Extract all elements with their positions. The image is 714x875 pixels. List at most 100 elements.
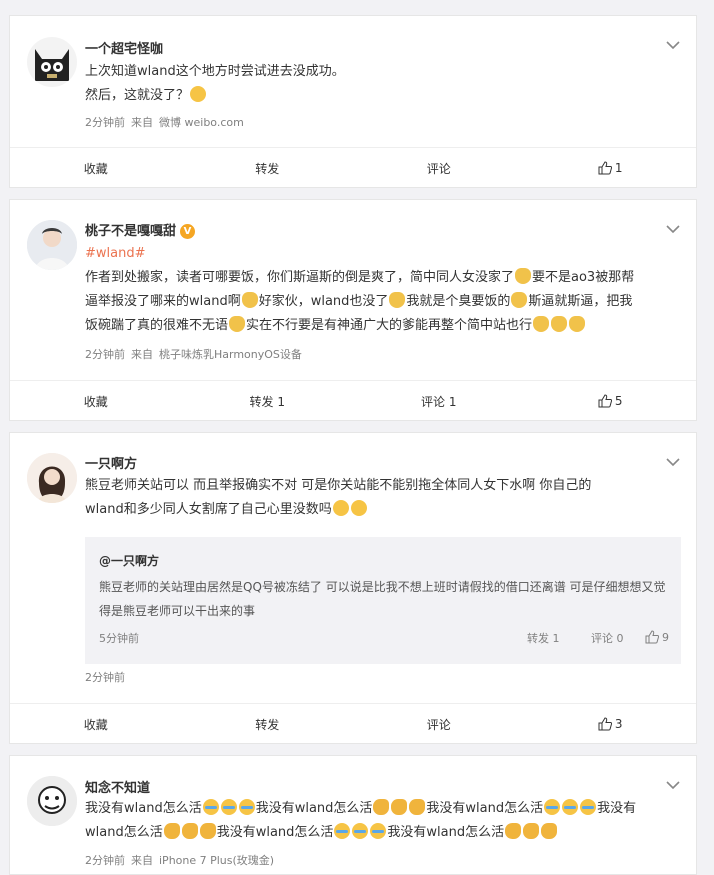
post-meta: 2分钟前 来自 微博 weibo.com [85, 114, 250, 130]
comment-button[interactable]: 评论 [353, 716, 525, 733]
post-meta: 2分钟前 来自 iPhone 7 Plus(玫瑰金) [85, 852, 280, 868]
fist-emoji-icon [541, 823, 558, 839]
quoted-comment-button[interactable]: 评论 0 [591, 630, 624, 646]
post-time[interactable]: 2分钟前 [85, 854, 125, 867]
thumbs-up-icon [598, 717, 612, 731]
post-segment: 好家伙，wland也没了 [258, 294, 389, 309]
avatar[interactable] [27, 220, 77, 270]
chevron-down-icon[interactable] [666, 780, 680, 790]
crying-emoji-icon [562, 799, 579, 815]
person-avatar-icon [27, 220, 77, 270]
crying-emoji-icon [334, 823, 351, 839]
save-button[interactable]: 收藏 [10, 160, 182, 177]
quoted-post[interactable]: @一只啊方 熊豆老师的关站理由居然是QQ号被冻结了 可以说是比我不想上班时请假找… [85, 537, 681, 664]
like-count: 3 [614, 717, 623, 731]
fist-emoji-icon [409, 799, 426, 815]
repost-label: 转发 [255, 161, 280, 176]
repost-label: 转发 [255, 717, 280, 732]
save-button[interactable]: 收藏 [10, 393, 182, 410]
shy-emoji-icon [190, 86, 207, 102]
post-segment: 我就是个臭要饭的 [406, 294, 511, 309]
fist-emoji-icon [505, 823, 522, 839]
post-line: 熊豆老师关站可以 而且举报确实不对 可是你关站能不能别拖全体同人女下水啊 你自己… [85, 478, 592, 493]
like-button[interactable]: 5 [525, 394, 697, 408]
post-text: 我没有wland怎么活 我没有wland怎么活 我没有wland怎么活 我没有 wla… [85, 797, 685, 845]
chevron-down-icon[interactable] [666, 457, 680, 467]
crying-emoji-icon [544, 799, 561, 815]
quoted-like-count: 9 [662, 630, 669, 644]
action-bar: 收藏 转发 1 评论 1 5 [10, 380, 696, 421]
chevron-down-icon[interactable] [666, 224, 680, 234]
user-name[interactable]: 一只啊方 [85, 453, 137, 472]
quoted-time[interactable]: 5分钟前 [99, 630, 139, 646]
user-name[interactable]: 桃子不是嘎嘎甜 [85, 224, 176, 239]
topic-link[interactable]: #wland# [85, 242, 675, 266]
repost-button[interactable]: 转发 1 [182, 393, 354, 410]
post-segment: 逼举报没了哪来的wland啊 [85, 294, 241, 309]
post-line: 然后，这就没了？ [85, 88, 190, 103]
comment-label: 评论 [426, 161, 451, 176]
fist-emoji-icon [181, 823, 198, 839]
quoted-text: 熊豆老师的关站理由居然是QQ号被冻结了 可以说是比我不想上班时请假找的借口还离谱… [99, 575, 674, 623]
source-prefix: 来自 [131, 348, 153, 361]
post-segment: 我没有wland怎么活 [216, 825, 334, 840]
save-button[interactable]: 收藏 [10, 716, 182, 733]
doge-emoji-icon [515, 268, 532, 284]
post-text: #wland# 作者到处搬家，读者可哪要饭，你们斯逼斯的倒是爽了，简中同人女没家… [85, 242, 675, 338]
avatar[interactable] [27, 37, 77, 87]
like-button[interactable]: 3 [525, 717, 697, 731]
save-label: 收藏 [83, 717, 108, 732]
repost-button[interactable]: 转发 [182, 160, 354, 177]
post-line: 上次知道wland这个地方时尝试进去没成功。 [85, 64, 345, 79]
repost-button[interactable]: 转发 [182, 716, 354, 733]
action-bar: 收藏 转发 评论 3 [10, 703, 696, 744]
crying-emoji-icon [202, 799, 219, 815]
post-text: 熊豆老师关站可以 而且举报确实不对 可是你关站能不能别拖全体同人女下水啊 你自己… [85, 474, 675, 522]
post-meta: 2分钟前 [85, 669, 131, 685]
chevron-down-icon[interactable] [666, 40, 680, 50]
quoted-like-button[interactable]: 9 [645, 630, 669, 644]
quoted-line: 熊豆老师的关站理由居然是QQ号被冻结了 可以说是比我不想上班时请假找的借口还离谱… [99, 580, 666, 594]
doge-emoji-icon [551, 316, 568, 332]
post-segment: 斯逼就斯逼，把我 [528, 294, 633, 309]
post-segment: 我没有 [597, 801, 637, 816]
like-button[interactable]: 1 [525, 161, 697, 175]
avatar[interactable] [27, 776, 77, 826]
comment-button[interactable]: 评论 1 [353, 393, 525, 410]
comment-label: 评论 [426, 717, 451, 732]
doge-emoji-icon [389, 292, 406, 308]
post-time[interactable]: 2分钟前 [85, 671, 125, 684]
post-segment: 要不是ao3被那帮 [532, 270, 635, 285]
quoted-repost-button[interactable]: 转发 1 [527, 630, 560, 646]
post-segment: 我没有wland怎么活 [85, 801, 202, 816]
doge-emoji-icon [533, 316, 550, 332]
post-segment: 实在不行要是有神通广大的爹能再整个简中站也行 [246, 318, 533, 333]
thumbs-up-icon [598, 161, 612, 175]
quoted-user[interactable]: @一只啊方 [99, 552, 159, 569]
comment-button[interactable]: 评论 [353, 160, 525, 177]
post-card: 桃子不是嘎嘎甜 V #wland# 作者到处搬家，读者可哪要饭，你们斯逼斯的倒是爽… [9, 199, 697, 421]
crying-emoji-icon [238, 799, 255, 815]
post-source: 微博 weibo.com [159, 116, 244, 129]
sleepy-emoji-icon [350, 500, 367, 516]
post-segment: 作者到处搬家，读者可哪要饭，你们斯逼斯的倒是爽了，简中同人女没家了 [85, 270, 515, 285]
post-segment: 我没有wland怎么活 [426, 801, 544, 816]
source-prefix: 来自 [131, 116, 153, 129]
verified-badge: V [180, 224, 196, 239]
action-bar: 收藏 转发 评论 1 [10, 147, 696, 188]
doge-emoji-icon [569, 316, 586, 332]
like-count: 5 [614, 394, 623, 408]
avatar[interactable] [27, 453, 77, 503]
sleepy-emoji-icon [332, 500, 349, 516]
doge-emoji-icon [241, 292, 258, 308]
user-name[interactable]: 一个超宅怪咖 [85, 38, 163, 57]
repost-label: 转发 1 [249, 394, 285, 409]
post-time[interactable]: 2分钟前 [85, 348, 125, 361]
crying-emoji-icon [352, 823, 369, 839]
fist-emoji-icon [163, 823, 180, 839]
post-time[interactable]: 2分钟前 [85, 116, 125, 129]
thumbs-up-icon [598, 394, 612, 408]
quoted-line: 得是熊豆老师可以干出来的事 [99, 604, 256, 618]
user-name[interactable]: 知念不知道 [85, 777, 150, 796]
doodle-avatar-icon [27, 776, 77, 826]
